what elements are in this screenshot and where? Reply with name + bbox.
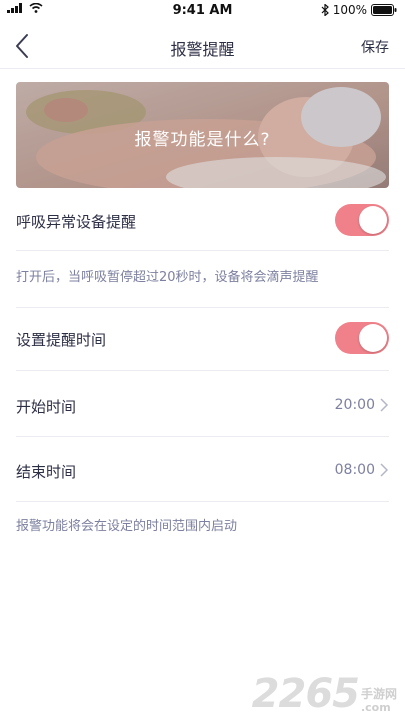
battery-icon [371,4,397,16]
schedule-row: 设置提醒时间 [16,322,389,366]
schedule-label: 设置提醒时间 [16,331,107,349]
watermark-number: 2265 [251,671,360,717]
save-button[interactable]: 保存 [361,37,389,57]
breath-alert-toggle[interactable] [335,204,389,236]
end-time-row[interactable]: 结束时间 08:00 [16,451,389,491]
nav-bar: 报警提醒 保存 [0,24,405,69]
breath-alert-row: 呼吸异常设备提醒 [16,198,389,242]
schedule-hint: 报警功能将会在设定的时间范围内启动 [16,519,238,534]
start-time-label: 开始时间 [16,398,77,416]
status-right: 100% [321,3,397,17]
divider [16,370,389,371]
breath-alert-label: 呼吸异常设备提醒 [16,213,137,231]
watermark-side: 手游网 .com [361,687,397,714]
schedule-toggle[interactable] [335,322,389,354]
chevron-right-icon [380,398,389,412]
banner-title: 报警功能是什么? [134,130,271,150]
divider [16,501,389,502]
status-bar: 9:41 AM 100% [0,0,405,22]
page-title: 报警提醒 [170,40,235,59]
bluetooth-icon [321,4,329,16]
watermark-cn: 手游网 [360,687,397,701]
chevron-right-icon [380,463,389,477]
toggle-knob [359,324,387,352]
divider [16,307,389,308]
watermark-domain: .com [360,701,391,714]
start-time-value: 20:00 [334,397,375,413]
end-time-value: 08:00 [334,462,375,478]
divider [16,436,389,437]
battery-percent: 100% [332,3,367,17]
info-banner[interactable]: 报警功能是什么? [16,82,389,188]
end-time-label: 结束时间 [16,463,77,481]
breath-hint: 打开后，当呼吸暂停超过20秒时，设备将会滴声提醒 [16,270,319,285]
site-watermark: 2265 手游网 .com [252,674,397,714]
divider [16,250,389,251]
start-time-row[interactable]: 开始时间 20:00 [16,386,389,426]
toggle-knob [359,206,387,234]
